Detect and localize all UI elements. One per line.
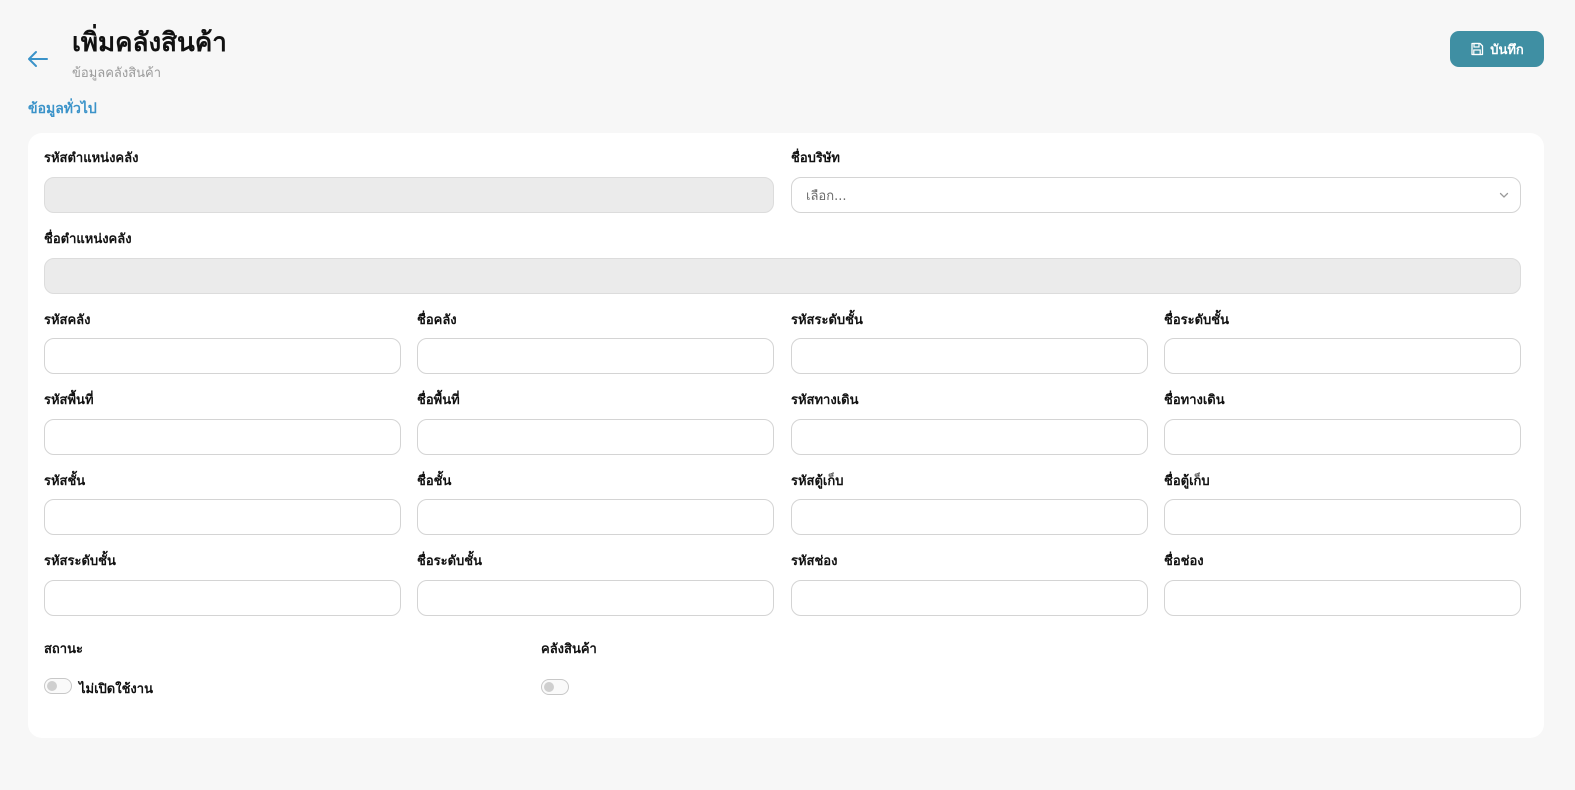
floor-name-label: ชื่อชั้น <box>417 474 452 489</box>
chevron-down-icon <box>1499 192 1509 198</box>
aisle-code-label: รหัสทางเดิน <box>791 393 859 408</box>
level-name-2-input[interactable] <box>417 580 774 616</box>
toggle-knob <box>544 682 554 692</box>
floor-code-input[interactable] <box>44 499 401 535</box>
cabinet-code-input[interactable] <box>791 499 1148 535</box>
save-button[interactable]: บันทึก <box>1450 31 1544 67</box>
status-label: สถานะ <box>44 642 83 657</box>
slot-code-label: รหัสช่อง <box>791 554 838 569</box>
slot-code-input[interactable] <box>791 580 1148 616</box>
cabinet-name-label: ชื่อตู้เก็บ <box>1164 474 1210 489</box>
warehouse-name-label: ชื่อคลัง <box>417 313 457 328</box>
company-name-label: ชื่อบริษัท <box>791 151 841 166</box>
level-code-2-label: รหัสระดับชั้น <box>44 554 116 569</box>
location-name-field <box>44 258 1521 294</box>
warehouse-name-input[interactable] <box>417 338 774 374</box>
warehouse-toggle[interactable] <box>541 679 569 695</box>
tab-general-info[interactable]: ข้อมูลทั่วไป <box>28 98 97 120</box>
level-code-label: รหัสระดับชั้น <box>791 313 863 328</box>
level-name-label: ชื่อระดับชั้น <box>1164 313 1229 328</box>
slot-name-input[interactable] <box>1164 580 1521 616</box>
warehouse-toggle-label: คลังสินค้า <box>541 642 597 657</box>
page-title: เพิ่มคลังสินค้า <box>72 28 227 58</box>
area-name-input[interactable] <box>417 419 774 455</box>
floor-code-label: รหัสชั้น <box>44 474 86 489</box>
company-select-placeholder: เลือก... <box>806 188 847 204</box>
level-code-2-input[interactable] <box>44 580 401 616</box>
cabinet-name-input[interactable] <box>1164 499 1521 535</box>
aisle-name-input[interactable] <box>1164 419 1521 455</box>
floppy-disk-icon <box>1471 42 1484 56</box>
save-button-label: บันทึก <box>1490 42 1524 58</box>
area-code-label: รหัสพื้นที่ <box>44 393 94 408</box>
back-button[interactable] <box>26 48 50 70</box>
form-card: รหัสตำแหน่งคลัง ชื่อบริษัท เลือก... ชื่อ… <box>28 133 1544 738</box>
arrow-left-icon <box>28 51 48 67</box>
aisle-code-input[interactable] <box>791 419 1148 455</box>
status-value: ไม่เปิดใช้งาน <box>79 682 153 697</box>
floor-name-input[interactable] <box>417 499 774 535</box>
cabinet-code-label: รหัสตู้เก็บ <box>791 474 844 489</box>
warehouse-code-input[interactable] <box>44 338 401 374</box>
area-name-label: ชื่อพื้นที่ <box>417 393 460 408</box>
location-code-field <box>44 177 774 213</box>
level-code-input[interactable] <box>791 338 1148 374</box>
level-name-2-label: ชื่อระดับชั้น <box>417 554 482 569</box>
slot-name-label: ชื่อช่อง <box>1164 554 1204 569</box>
level-name-input[interactable] <box>1164 338 1521 374</box>
warehouse-code-label: รหัสคลัง <box>44 313 91 328</box>
status-toggle[interactable] <box>44 678 72 694</box>
area-code-input[interactable] <box>44 419 401 455</box>
company-select[interactable]: เลือก... <box>791 177 1521 213</box>
aisle-name-label: ชื่อทางเดิน <box>1164 393 1225 408</box>
location-name-label: ชื่อตำแหน่งคลัง <box>44 232 132 247</box>
location-code-label: รหัสตำแหน่งคลัง <box>44 151 139 166</box>
toggle-knob <box>47 681 57 691</box>
page-subtitle: ข้อมูลคลังสินค้า <box>72 66 162 81</box>
